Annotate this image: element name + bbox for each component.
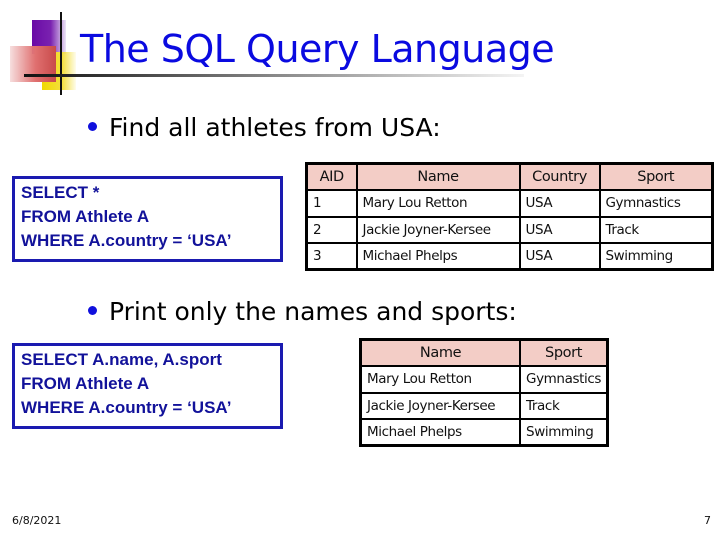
table-header-row: Name Sport [359,338,609,367]
table-row: Michael Phelps Swimming [359,418,609,447]
cell-name: Jackie Joyner-Kersee [359,391,522,420]
column-header-name: Name [359,338,522,367]
cell-name: Jackie Joyner-Kersee [355,215,521,244]
sql-line: FROM Athlete A [21,207,150,226]
bullet-text: Print only the names and sports: [109,297,517,326]
column-header-aid: AID [305,162,358,191]
vertical-line-decoration [60,12,62,95]
sql-line: WHERE A.country = ‘USA’ [21,398,232,417]
table-row: 3 Michael Phelps USA Swimming [305,242,714,271]
cell-name: Michael Phelps [355,242,521,271]
column-header-country: Country [518,162,601,191]
bullet-point-1: Find all athletes from USA: [88,113,441,143]
cell-sport: Swimming [519,418,609,447]
result-table-2: Name Sport Mary Lou Retton Gymnastics Ja… [359,338,609,447]
cell-aid: 2 [305,215,358,244]
cell-country: USA [518,215,601,244]
cell-aid: 1 [305,189,358,218]
title-underline [24,74,524,77]
footer-date: 6/8/2021 [12,514,62,527]
cell-sport: Track [519,391,609,420]
cell-sport: Track [598,215,714,244]
sql-line: FROM Athlete A [21,374,150,393]
sql-line: SELECT * [21,183,100,202]
cell-sport: Gymnastics [519,365,609,394]
sql-line: WHERE A.country = ‘USA’ [21,231,232,250]
decorative-logo [0,0,80,95]
column-header-sport: Sport [519,338,609,367]
table-row: 1 Mary Lou Retton USA Gymnastics [305,189,714,218]
table-row: 2 Jackie Joyner-Kersee USA Track [305,215,714,244]
cell-name: Michael Phelps [359,418,522,447]
column-header-sport: Sport [598,162,714,191]
page-number: 7 [704,514,711,527]
table-row: Jackie Joyner-Kersee Track [359,391,609,420]
cell-name: Mary Lou Retton [359,365,522,394]
bullet-dot-icon [88,121,97,131]
sql-query-box-2: SELECT A.name, A.sport FROM Athlete A WH… [12,343,283,429]
column-header-name: Name [355,162,521,191]
table-header-row: AID Name Country Sport [305,162,714,191]
cell-sport: Swimming [598,242,714,271]
result-table-1: AID Name Country Sport 1 Mary Lou Retton… [305,162,714,271]
bullet-dot-icon [88,305,97,315]
bullet-point-2: Print only the names and sports: [88,297,517,327]
sql-line: SELECT A.name, A.sport [21,350,222,369]
cell-name: Mary Lou Retton [355,189,521,218]
cell-sport: Gymnastics [598,189,714,218]
cell-country: USA [518,189,601,218]
slide-title: The SQL Query Language [80,27,555,71]
bullet-text: Find all athletes from USA: [109,113,441,142]
cell-aid: 3 [305,242,358,271]
sql-query-box-1: SELECT * FROM Athlete A WHERE A.country … [12,176,283,262]
table-row: Mary Lou Retton Gymnastics [359,365,609,394]
cell-country: USA [518,242,601,271]
